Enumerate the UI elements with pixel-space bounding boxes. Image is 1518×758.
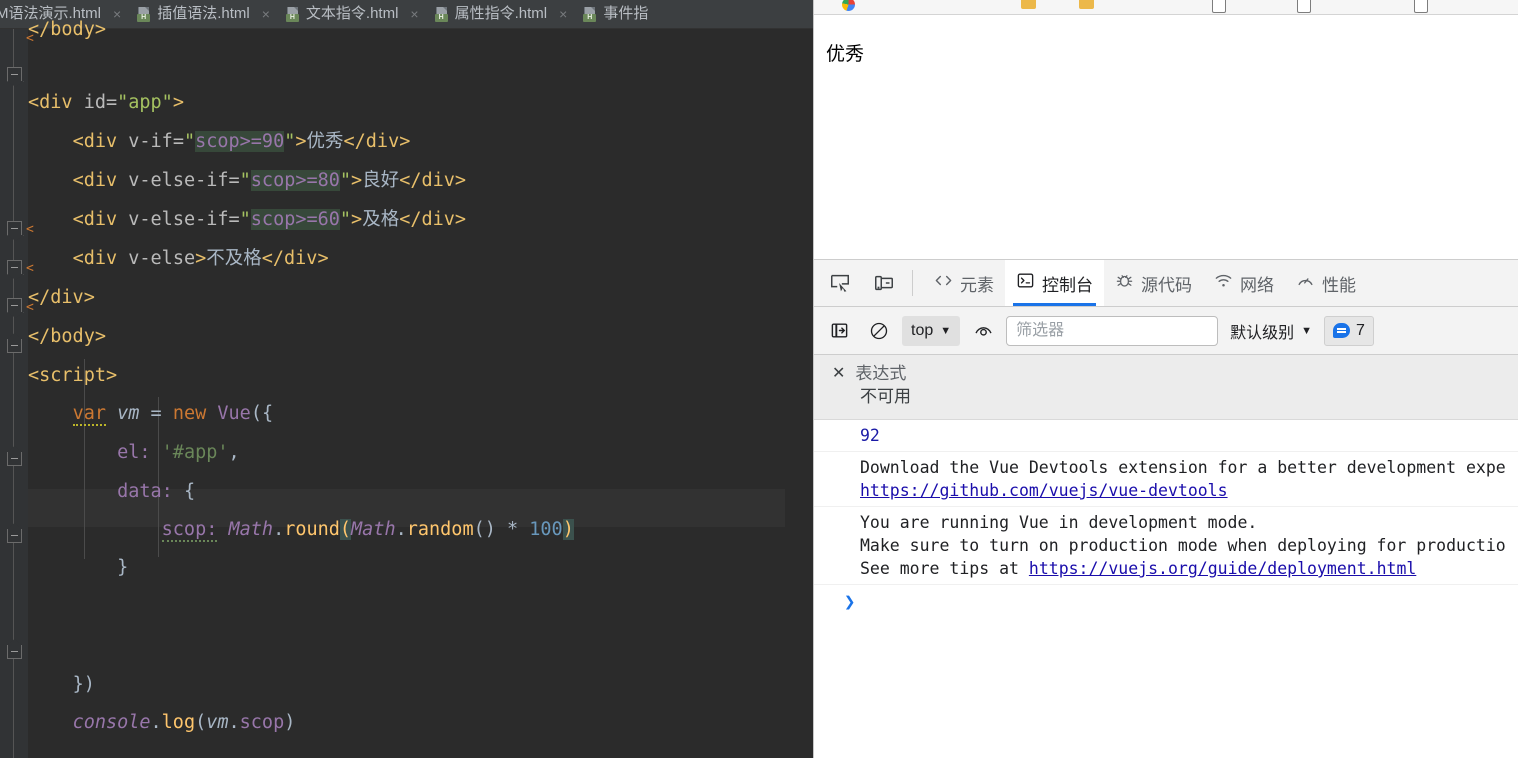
- folder-icon[interactable]: [1079, 0, 1094, 9]
- folder-icon[interactable]: [1021, 0, 1036, 9]
- console-prompt[interactable]: ❯: [814, 585, 1518, 619]
- code-line: </body>: [28, 326, 106, 347]
- message-bubble-icon: [1333, 323, 1351, 338]
- fold-marker[interactable]: [7, 452, 22, 466]
- code-line: <div v-else-if="scop>=60">及格</div>: [72, 209, 467, 230]
- code-line: }: [117, 557, 129, 578]
- log-text: See more tips at: [860, 559, 1029, 578]
- prompt-chevron-icon: ❯: [844, 591, 856, 613]
- tab-network[interactable]: 网络: [1203, 260, 1285, 306]
- search-highlight: scop>=90: [195, 131, 285, 152]
- console-log-value[interactable]: 92: [814, 420, 1518, 452]
- code-line: scop: Math.round(Math.random() * 100): [161, 519, 574, 542]
- level-label: 默认级别: [1230, 324, 1295, 342]
- inspect-element-icon[interactable]: [822, 268, 858, 298]
- tab-label: 网络: [1240, 275, 1274, 295]
- tab-label: 源代码: [1141, 275, 1192, 295]
- message-count-badge[interactable]: 7: [1324, 315, 1374, 346]
- screen: M语法演示.html × H 插值语法.html × H 文本指令.html ×…: [0, 0, 1518, 758]
- live-expression-value: 不可用: [860, 387, 911, 406]
- tab-label: 性能: [1322, 275, 1356, 295]
- chevron-down-icon: ▼: [1301, 324, 1313, 337]
- tab-console[interactable]: 控制台: [1005, 260, 1104, 306]
- elements-icon: [934, 271, 953, 295]
- sidebar-toggle-icon[interactable]: [822, 316, 856, 346]
- rendered-result-text: 优秀: [826, 44, 865, 65]
- execution-context-select[interactable]: top ▼: [902, 315, 961, 346]
- fold-marker[interactable]: [7, 260, 22, 274]
- tab-label: 元素: [960, 275, 994, 295]
- code-line: </body>: [28, 19, 106, 40]
- code-line: <div id="app">: [28, 92, 184, 113]
- devtools-tab-bar[interactable]: 元素 控制台 源代码 网络 性能: [814, 260, 1518, 307]
- browser-window: 优秀 元素 控制台 源代码 网络 性能 top ▼ 筛选器 默认级别 ▼ 7 ✕…: [813, 0, 1518, 758]
- fold-marker[interactable]: [7, 298, 22, 312]
- network-wifi-icon: [1214, 271, 1233, 295]
- code-editor[interactable]: < < < < </body> <div id="app"> <div v-if…: [0, 19, 813, 758]
- devtools-panel: 元素 控制台 源代码 网络 性能 top ▼ 筛选器 默认级别 ▼ 7 ✕ 表达…: [814, 259, 1518, 758]
- log-text: You are running Vue in development mode.: [860, 513, 1258, 532]
- filter-input[interactable]: 筛选器: [1006, 315, 1219, 346]
- log-text: Download the Vue Devtools extension for …: [860, 458, 1506, 477]
- console-log-dev-mode[interactable]: You are running Vue in development mode.…: [814, 507, 1518, 585]
- code-line: }): [72, 674, 95, 695]
- search-highlight: scop>=80: [250, 170, 340, 191]
- code-line: console.log(vm.scop): [72, 712, 296, 733]
- page-viewport: 优秀: [814, 15, 1518, 259]
- matching-paren-highlight: ): [562, 519, 574, 540]
- tab-elements[interactable]: 元素: [923, 260, 1005, 306]
- log-text: Make sure to turn on production mode whe…: [860, 536, 1506, 555]
- bookmarks-bar[interactable]: [814, 0, 1518, 15]
- code-line: <div v-else-if="scop>=80">良好</div>: [72, 170, 467, 191]
- tab-label: 控制台: [1042, 275, 1093, 295]
- log-level-select[interactable]: 默认级别 ▼: [1224, 316, 1318, 346]
- code-line: data: {: [117, 481, 196, 502]
- code-content[interactable]: </body> <div id="app"> <div v-if="scop>=…: [28, 19, 813, 758]
- close-icon[interactable]: ✕: [832, 363, 845, 385]
- context-label: top: [911, 321, 934, 339]
- editor-gutter[interactable]: [0, 29, 28, 758]
- page-icon[interactable]: [1297, 0, 1311, 13]
- code-line: <div v-else>不及格</div>: [72, 248, 329, 269]
- fold-marker[interactable]: [7, 339, 22, 353]
- clear-console-icon[interactable]: [862, 316, 896, 346]
- console-log-vue-devtools[interactable]: Download the Vue Devtools extension for …: [814, 452, 1518, 507]
- code-line: el: '#app',: [117, 442, 240, 463]
- fold-marker[interactable]: [7, 529, 22, 543]
- performance-icon: [1296, 271, 1315, 295]
- code-line: var vm = new Vue({: [72, 403, 274, 426]
- link[interactable]: https://vuejs.org/guide/deployment.html: [1029, 559, 1416, 578]
- console-output[interactable]: ✕ 表达式 不可用 92 Download the Vue Devtools e…: [814, 355, 1518, 758]
- live-expression-title: 表达式: [855, 364, 907, 383]
- divider: [912, 270, 913, 296]
- message-count: 7: [1356, 321, 1365, 339]
- fold-marker[interactable]: [7, 221, 22, 235]
- code-line: <script>: [28, 365, 118, 386]
- code-line: <div v-if="scop>=90">优秀</div>: [72, 131, 411, 152]
- page-icon[interactable]: [1414, 0, 1428, 13]
- search-highlight: scop>=60: [250, 209, 340, 230]
- ide-window: M语法演示.html × H 插值语法.html × H 文本指令.html ×…: [0, 0, 813, 758]
- chevron-down-icon: ▼: [940, 324, 952, 337]
- fold-marker[interactable]: [7, 67, 22, 81]
- chrome-icon[interactable]: [842, 0, 855, 11]
- console-toolbar[interactable]: top ▼ 筛选器 默认级别 ▼ 7: [814, 307, 1518, 355]
- tab-sources[interactable]: 源代码: [1104, 260, 1203, 306]
- matching-paren-highlight: (: [339, 519, 352, 540]
- live-expression-panel[interactable]: ✕ 表达式 不可用: [814, 355, 1518, 420]
- sources-bug-icon: [1115, 271, 1134, 295]
- device-toolbar-icon[interactable]: [866, 268, 902, 298]
- fold-marker[interactable]: [7, 645, 22, 659]
- live-expression-eye-icon[interactable]: [966, 316, 1000, 346]
- code-line: </div>: [28, 287, 95, 308]
- tab-performance[interactable]: 性能: [1285, 260, 1367, 306]
- link[interactable]: https://github.com/vuejs/vue-devtools: [860, 481, 1228, 500]
- page-icon[interactable]: [1212, 0, 1226, 13]
- console-icon: [1016, 271, 1035, 295]
